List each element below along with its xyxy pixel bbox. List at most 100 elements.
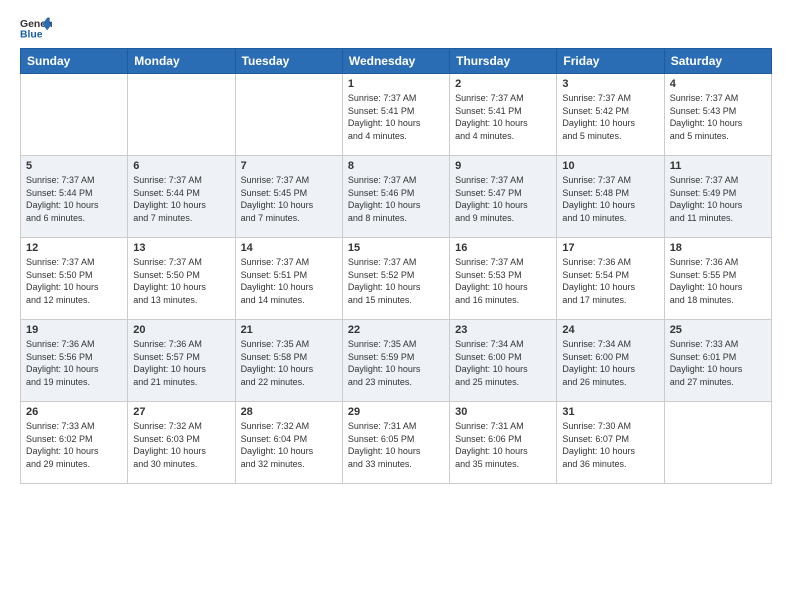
cell-day-info: Sunrise: 7:37 AM Sunset: 5:45 PM Dayligh… xyxy=(241,174,337,224)
calendar-cell: 27 Sunrise: 7:32 AM Sunset: 6:03 PM Dayli… xyxy=(128,402,235,484)
cell-day-info: Sunrise: 7:37 AM Sunset: 5:49 PM Dayligh… xyxy=(670,174,766,224)
cell-day-info: Sunrise: 7:37 AM Sunset: 5:46 PM Dayligh… xyxy=(348,174,444,224)
cell-day-number: 8 xyxy=(348,160,444,172)
cell-day-info: Sunrise: 7:36 AM Sunset: 5:57 PM Dayligh… xyxy=(133,338,229,388)
cell-day-info: Sunrise: 7:34 AM Sunset: 6:00 PM Dayligh… xyxy=(455,338,551,388)
cell-day-number: 24 xyxy=(562,324,658,336)
calendar-cell: 7 Sunrise: 7:37 AM Sunset: 5:45 PM Daylig… xyxy=(235,156,342,238)
week-row-3: 12Sunrise: 7:37 AM Sunset: 5:50 PM Dayli… xyxy=(21,238,772,320)
calendar-cell: 28Sunrise: 7:32 AM Sunset: 6:04 PM Dayli… xyxy=(235,402,342,484)
calendar-cell: 11Sunrise: 7:37 AM Sunset: 5:49 PM Dayli… xyxy=(664,156,771,238)
header: General Blue xyxy=(20,16,772,40)
week-row-4: 19 Sunrise: 7:36 AM Sunset: 5:56 PM Dayli… xyxy=(21,320,772,402)
cell-day-info: Sunrise: 7:32 AM Sunset: 6:03 PM Dayligh… xyxy=(133,420,229,470)
cell-day-number: 9 xyxy=(455,160,551,172)
cell-day-info: Sunrise: 7:37 AM Sunset: 5:52 PM Dayligh… xyxy=(348,256,444,306)
cell-day-number: 6 xyxy=(133,160,229,172)
cell-day-number: 28 xyxy=(241,406,337,418)
calendar-cell: 25Sunrise: 7:33 AM Sunset: 6:01 PM Dayli… xyxy=(664,320,771,402)
cell-day-info: Sunrise: 7:31 AM Sunset: 6:05 PM Dayligh… xyxy=(348,420,444,470)
logo: General Blue xyxy=(20,16,52,40)
cell-day-number: 23 xyxy=(455,324,551,336)
cell-day-info: Sunrise: 7:37 AM Sunset: 5:44 PM Dayligh… xyxy=(133,174,229,224)
cell-day-info: Sunrise: 7:36 AM Sunset: 5:54 PM Dayligh… xyxy=(562,256,658,306)
calendar-cell: 13Sunrise: 7:37 AM Sunset: 5:50 PM Dayli… xyxy=(128,238,235,320)
cell-day-info: Sunrise: 7:35 AM Sunset: 5:58 PM Dayligh… xyxy=(241,338,337,388)
calendar-cell xyxy=(21,74,128,156)
day-header-thursday: Thursday xyxy=(450,49,557,74)
cell-day-number: 31 xyxy=(562,406,658,418)
calendar-cell: 30 Sunrise: 7:31 AM Sunset: 6:06 PM Dayli… xyxy=(450,402,557,484)
calendar-cell: 5 Sunrise: 7:37 AM Sunset: 5:44 PM Daylig… xyxy=(21,156,128,238)
cell-day-info: Sunrise: 7:37 AM Sunset: 5:51 PM Dayligh… xyxy=(241,256,337,306)
calendar-cell xyxy=(235,74,342,156)
calendar-cell: 26Sunrise: 7:33 AM Sunset: 6:02 PM Dayli… xyxy=(21,402,128,484)
calendar-cell: 16Sunrise: 7:37 AM Sunset: 5:53 PM Dayli… xyxy=(450,238,557,320)
day-header-row: SundayMondayTuesdayWednesdayThursdayFrid… xyxy=(21,49,772,74)
calendar-cell: 3Sunrise: 7:37 AM Sunset: 5:42 PM Daylig… xyxy=(557,74,664,156)
cell-day-number: 2 xyxy=(455,78,551,90)
cell-day-info: Sunrise: 7:37 AM Sunset: 5:53 PM Dayligh… xyxy=(455,256,551,306)
calendar-cell: 23 Sunrise: 7:34 AM Sunset: 6:00 PM Dayli… xyxy=(450,320,557,402)
cell-day-info: Sunrise: 7:36 AM Sunset: 5:56 PM Dayligh… xyxy=(26,338,122,388)
logo-icon: General Blue xyxy=(20,16,52,40)
cell-day-number: 15 xyxy=(348,242,444,254)
day-header-saturday: Saturday xyxy=(664,49,771,74)
calendar-cell: 4Sunrise: 7:37 AM Sunset: 5:43 PM Daylig… xyxy=(664,74,771,156)
cell-day-info: Sunrise: 7:37 AM Sunset: 5:43 PM Dayligh… xyxy=(670,92,766,142)
cell-day-number: 22 xyxy=(348,324,444,336)
calendar-table: SundayMondayTuesdayWednesdayThursdayFrid… xyxy=(20,48,772,484)
cell-day-info: Sunrise: 7:37 AM Sunset: 5:42 PM Dayligh… xyxy=(562,92,658,142)
calendar-cell: 1 Sunrise: 7:37 AM Sunset: 5:41 PM Daylig… xyxy=(342,74,449,156)
calendar-cell: 18 Sunrise: 7:36 AM Sunset: 5:55 PM Dayli… xyxy=(664,238,771,320)
cell-day-info: Sunrise: 7:37 AM Sunset: 5:44 PM Dayligh… xyxy=(26,174,122,224)
week-row-5: 26Sunrise: 7:33 AM Sunset: 6:02 PM Dayli… xyxy=(21,402,772,484)
day-header-tuesday: Tuesday xyxy=(235,49,342,74)
calendar-cell: 17 Sunrise: 7:36 AM Sunset: 5:54 PM Dayli… xyxy=(557,238,664,320)
cell-day-number: 26 xyxy=(26,406,122,418)
calendar-cell: 29 Sunrise: 7:31 AM Sunset: 6:05 PM Dayli… xyxy=(342,402,449,484)
calendar-cell: 21 Sunrise: 7:35 AM Sunset: 5:58 PM Dayli… xyxy=(235,320,342,402)
cell-day-info: Sunrise: 7:37 AM Sunset: 5:48 PM Dayligh… xyxy=(562,174,658,224)
week-row-1: 1 Sunrise: 7:37 AM Sunset: 5:41 PM Daylig… xyxy=(21,74,772,156)
cell-day-number: 18 xyxy=(670,242,766,254)
cell-day-info: Sunrise: 7:37 AM Sunset: 5:50 PM Dayligh… xyxy=(133,256,229,306)
cell-day-info: Sunrise: 7:35 AM Sunset: 5:59 PM Dayligh… xyxy=(348,338,444,388)
page: General Blue SundayMondayTuesdayWednesda… xyxy=(0,0,792,612)
calendar-cell: 15 Sunrise: 7:37 AM Sunset: 5:52 PM Dayli… xyxy=(342,238,449,320)
cell-day-info: Sunrise: 7:31 AM Sunset: 6:06 PM Dayligh… xyxy=(455,420,551,470)
calendar-cell: 31 Sunrise: 7:30 AM Sunset: 6:07 PM Dayli… xyxy=(557,402,664,484)
cell-day-number: 1 xyxy=(348,78,444,90)
calendar-cell: 22 Sunrise: 7:35 AM Sunset: 5:59 PM Dayli… xyxy=(342,320,449,402)
calendar-cell xyxy=(664,402,771,484)
calendar-cell: 6 Sunrise: 7:37 AM Sunset: 5:44 PM Daylig… xyxy=(128,156,235,238)
cell-day-number: 21 xyxy=(241,324,337,336)
cell-day-number: 10 xyxy=(562,160,658,172)
cell-day-number: 27 xyxy=(133,406,229,418)
day-header-sunday: Sunday xyxy=(21,49,128,74)
calendar-cell: 24Sunrise: 7:34 AM Sunset: 6:00 PM Dayli… xyxy=(557,320,664,402)
cell-day-number: 29 xyxy=(348,406,444,418)
cell-day-info: Sunrise: 7:37 AM Sunset: 5:50 PM Dayligh… xyxy=(26,256,122,306)
calendar-cell: 2Sunrise: 7:37 AM Sunset: 5:41 PM Daylig… xyxy=(450,74,557,156)
cell-day-number: 20 xyxy=(133,324,229,336)
cell-day-info: Sunrise: 7:37 AM Sunset: 5:47 PM Dayligh… xyxy=(455,174,551,224)
cell-day-number: 14 xyxy=(241,242,337,254)
day-header-friday: Friday xyxy=(557,49,664,74)
cell-day-number: 5 xyxy=(26,160,122,172)
cell-day-info: Sunrise: 7:37 AM Sunset: 5:41 PM Dayligh… xyxy=(348,92,444,142)
calendar-cell: 12Sunrise: 7:37 AM Sunset: 5:50 PM Dayli… xyxy=(21,238,128,320)
cell-day-info: Sunrise: 7:36 AM Sunset: 5:55 PM Dayligh… xyxy=(670,256,766,306)
cell-day-number: 30 xyxy=(455,406,551,418)
day-header-wednesday: Wednesday xyxy=(342,49,449,74)
week-row-2: 5 Sunrise: 7:37 AM Sunset: 5:44 PM Daylig… xyxy=(21,156,772,238)
cell-day-number: 7 xyxy=(241,160,337,172)
calendar-cell: 14 Sunrise: 7:37 AM Sunset: 5:51 PM Dayli… xyxy=(235,238,342,320)
calendar-cell: 8 Sunrise: 7:37 AM Sunset: 5:46 PM Daylig… xyxy=(342,156,449,238)
cell-day-number: 25 xyxy=(670,324,766,336)
day-header-monday: Monday xyxy=(128,49,235,74)
calendar-cell: 9 Sunrise: 7:37 AM Sunset: 5:47 PM Daylig… xyxy=(450,156,557,238)
cell-day-number: 19 xyxy=(26,324,122,336)
cell-day-number: 17 xyxy=(562,242,658,254)
cell-day-info: Sunrise: 7:30 AM Sunset: 6:07 PM Dayligh… xyxy=(562,420,658,470)
